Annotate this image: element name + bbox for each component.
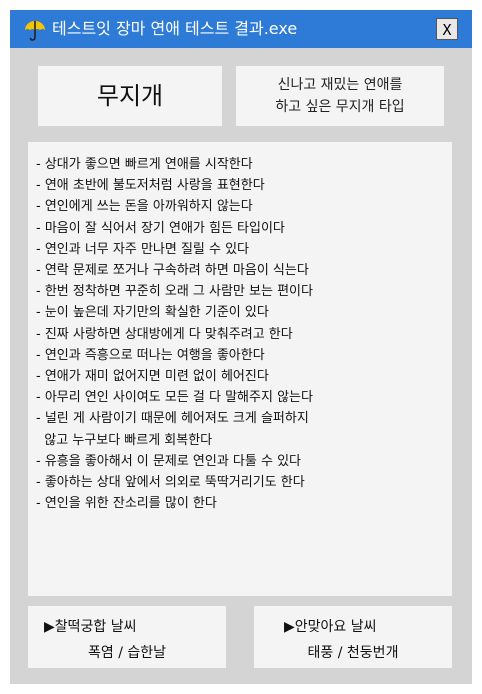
result-type-name: 무지개	[38, 66, 222, 126]
title-bar: 테스트잇 장마 연애 테스트 결과.exe X	[10, 10, 472, 48]
trait-item: - 마음이 잘 식어서 장기 연애가 힘든 타입이다	[36, 220, 285, 236]
worst-match-label: ▶안맞아요 날씨	[284, 619, 377, 635]
result-window: 테스트잇 장마 연애 테스트 결과.exe X 무지개 신나고 재밌는 연애를 …	[10, 10, 472, 684]
worst-match-weather: ▶안맞아요 날씨 태풍 / 천둥번개	[254, 606, 452, 668]
trait-item: - 연인과 즉흥으로 떠나는 여행을 좋아한다	[36, 347, 265, 363]
trait-item: - 유흥을 좋아해서 이 문제로 연인과 다툴 수 있다	[36, 453, 301, 469]
close-button[interactable]: X	[436, 18, 458, 40]
traits-list: - 상대가 좋으면 빠르게 연애를 시작한다 - 연애 초반에 불도저처럼 사랑…	[36, 154, 452, 514]
trait-item: - 한번 정착하면 꾸준히 오래 그 사람만 보는 편이다	[36, 284, 313, 300]
trait-item: - 연락 문제로 쪼거나 구속하려 하면 마음이 식는다	[36, 263, 309, 279]
window-title: 테스트잇 장마 연애 테스트 결과.exe	[52, 19, 298, 38]
trait-item: - 연애가 재미 없어지면 미련 없이 헤어진다	[36, 369, 269, 385]
trait-item: - 연인을 위한 잔소리를 많이 한다	[36, 496, 217, 512]
description-line-1: 신나고 재밌는 연애를	[277, 77, 403, 93]
trait-item: - 연애 초반에 불도저처럼 사랑을 표현한다	[36, 178, 265, 194]
best-match-label: ▶찰떡궁합 날씨	[44, 619, 137, 635]
trait-item: - 진짜 사랑하면 상대방에게 다 맞춰주려고 한다	[36, 326, 293, 342]
umbrella-icon	[25, 21, 45, 41]
trait-item: 않고 누구보다 빠르게 회복한다	[36, 432, 213, 448]
trait-item: - 연인과 너무 자주 만나면 질릴 수 있다	[36, 241, 250, 257]
trait-item: - 상대가 좋으면 빠르게 연애를 시작한다	[36, 157, 253, 172]
trait-item: - 널린 게 사람이기 때문에 헤어져도 크게 슬퍼하지	[36, 411, 309, 427]
trait-item: - 눈이 높은데 자기만의 확실한 기준이 있다	[36, 305, 269, 321]
best-match-weather: ▶찰떡궁합 날씨 폭염 / 습한날	[28, 606, 226, 668]
worst-match-value: 태풍 / 천둥번개	[307, 645, 399, 661]
trait-item: - 아무리 연인 사이여도 모든 걸 다 말해주지 않는다	[36, 390, 313, 406]
trait-item: - 연인에게 쓰는 돈을 아까워하지 않는다	[36, 199, 253, 215]
traits-panel: - 상대가 좋으면 빠르게 연애를 시작한다 - 연애 초반에 불도저처럼 사랑…	[28, 142, 452, 596]
trait-item: - 좋아하는 상대 앞에서 의외로 뚝딱거리기도 한다	[36, 475, 305, 491]
result-type-description: 신나고 재밌는 연애를 하고 싶은 무지개 타입	[236, 66, 444, 126]
description-line-2: 하고 싶은 무지개 타입	[275, 99, 405, 115]
best-match-value: 폭염 / 습한날	[87, 645, 167, 661]
